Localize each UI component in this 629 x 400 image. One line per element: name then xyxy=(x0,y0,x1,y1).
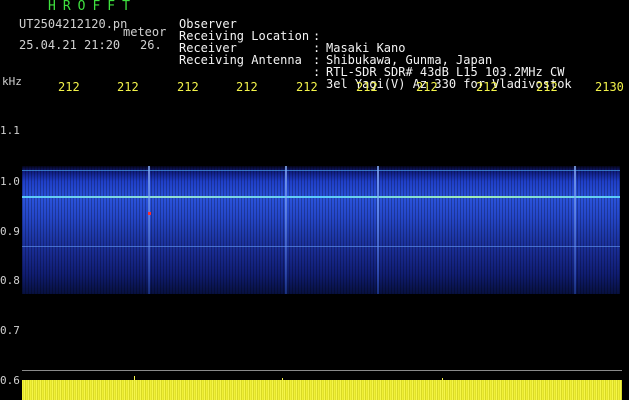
info-key: Receiving Antenna xyxy=(179,53,302,67)
time-tick-label: 212 xyxy=(177,80,199,94)
time-tick-label: 212 xyxy=(536,80,558,94)
meteor-echo-streak xyxy=(285,166,287,294)
y-tick-label: 0.8 xyxy=(0,274,20,287)
time-tick-label: 2130 xyxy=(595,80,624,94)
time-tick-label: 212 xyxy=(356,80,378,94)
time-tick-label: 212 xyxy=(296,80,318,94)
time-tick-label: 212 xyxy=(58,80,80,94)
noise-spike xyxy=(134,376,135,400)
noise-level-band xyxy=(22,376,622,400)
time-tick-label: 212 xyxy=(476,80,498,94)
upper-signal-trace xyxy=(22,170,620,171)
app-title: HROFFT xyxy=(48,0,137,14)
carrier-trace xyxy=(22,196,620,198)
meteor-echo-streak xyxy=(574,166,576,294)
noise-spike xyxy=(282,378,283,400)
event-counter: 26. xyxy=(140,38,162,52)
hrofft-window: HROFFT UT2504212120.pn meteor 25.04.21 2… xyxy=(0,0,629,400)
noise-baseline xyxy=(22,370,622,371)
meteor-echo-streak xyxy=(377,166,379,294)
meteor-echo-streak xyxy=(148,166,150,294)
spectrogram xyxy=(22,166,620,294)
time-tick-label: 212 xyxy=(416,80,438,94)
y-tick-label: 1.0 xyxy=(0,175,20,188)
y-tick-label: 1.1 xyxy=(0,124,20,137)
file-name: UT2504212120.pn xyxy=(19,17,128,31)
info-separator: : xyxy=(313,65,321,79)
lower-signal-trace xyxy=(22,246,620,247)
noise-spike xyxy=(442,378,443,400)
time-tick-label: 212 xyxy=(236,80,258,94)
timestamp: 25.04.21 21:20 xyxy=(19,38,121,52)
y-tick-label: 0.6 xyxy=(0,374,20,387)
time-tick-label: 212 xyxy=(117,80,139,94)
y-tick-label: 0.9 xyxy=(0,225,20,238)
y-tick-label: 0.7 xyxy=(0,324,20,337)
y-axis-unit: kHz xyxy=(2,75,22,88)
meteor-ping-marker xyxy=(148,212,151,215)
